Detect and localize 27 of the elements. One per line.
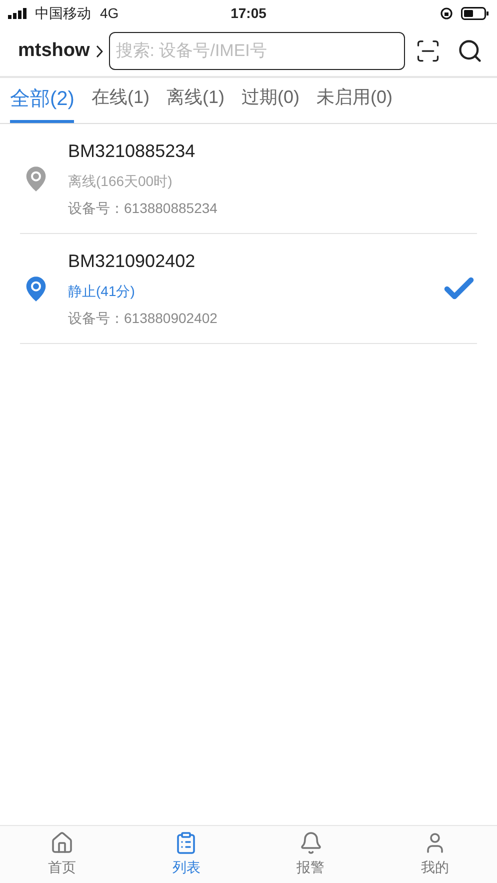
nav-tab[interactable]: 首页 <box>0 826 124 883</box>
carrier-name: 中国移动 <box>35 4 91 22</box>
battery-icon <box>461 6 489 20</box>
scan-icon[interactable] <box>415 38 441 64</box>
rotation-lock-icon <box>440 6 453 20</box>
device-name: BM3210902402 <box>68 250 196 273</box>
bell-icon <box>298 831 323 855</box>
filter-tab[interactable]: 未启用(0) <box>316 84 392 123</box>
home-icon <box>50 831 74 855</box>
filter-tab[interactable]: 离线(1) <box>166 84 224 123</box>
device-number: 设备号：613880902402 <box>68 309 218 328</box>
device-name: BM3210885234 <box>68 140 196 163</box>
filter-tab[interactable]: 在线(1) <box>91 84 150 123</box>
clock: 17:05 <box>230 4 266 22</box>
account-name[interactable]: mtshow <box>18 36 90 66</box>
device-number: 设备号：613880885234 <box>68 199 218 218</box>
search-field[interactable]: 搜索: 设备号/IMEI号 <box>108 32 405 70</box>
nav-tab[interactable]: 列表 <box>124 826 248 883</box>
search-icon[interactable] <box>457 38 483 64</box>
device-status: 离线(166天00时) <box>68 172 174 191</box>
filter-tab[interactable]: 全部(2) <box>10 84 74 123</box>
device-status: 静止(41分) <box>68 282 136 301</box>
nav-tab[interactable]: 我的 <box>372 826 497 883</box>
filter-tab[interactable]: 过期(0) <box>241 84 300 123</box>
network-type: 4G <box>100 4 119 22</box>
chevron-right-icon <box>96 44 103 58</box>
nav-tab[interactable]: 报警 <box>248 826 373 883</box>
